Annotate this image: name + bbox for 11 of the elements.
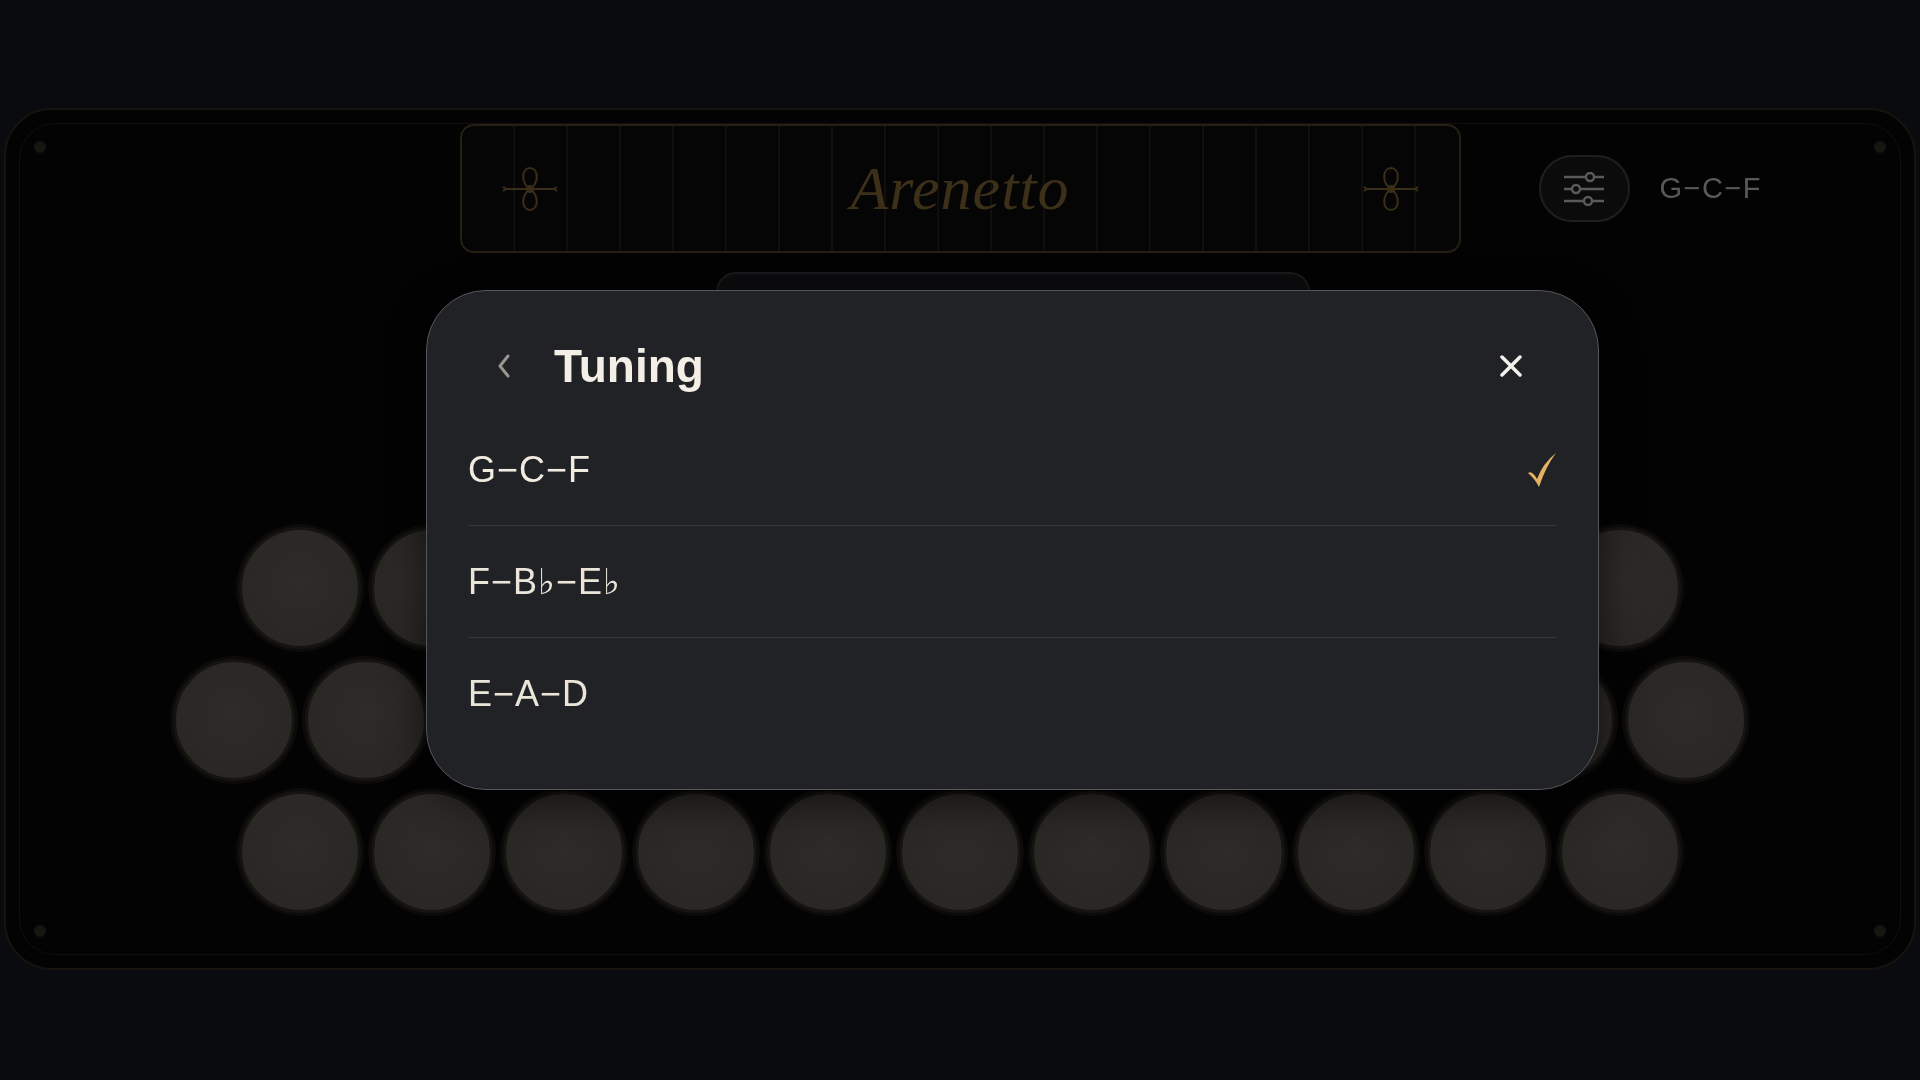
chevron-left-icon bbox=[497, 353, 511, 378]
back-button[interactable] bbox=[497, 353, 511, 378]
close-button[interactable] bbox=[1500, 354, 1522, 377]
dialog-title: Tuning bbox=[554, 338, 705, 393]
tuning-option[interactable]: G−C−F bbox=[468, 414, 1557, 526]
check-icon bbox=[1527, 451, 1557, 488]
sliders-icon bbox=[1562, 171, 1606, 206]
tuning-option[interactable]: F−B♭−E♭ bbox=[468, 526, 1557, 638]
close-icon bbox=[1500, 354, 1522, 377]
tuning-label: G−C−F bbox=[1659, 172, 1763, 205]
tuning-option[interactable]: E−A−D bbox=[468, 638, 1557, 750]
